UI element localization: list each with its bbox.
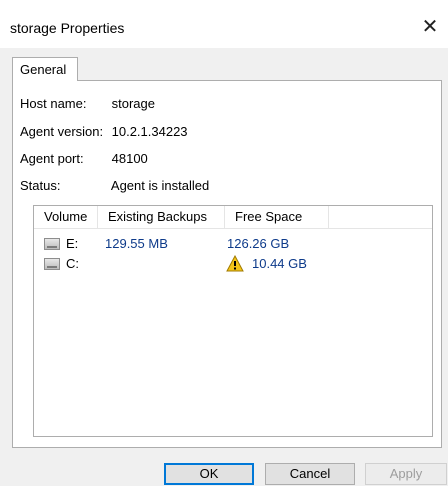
- drive-icon: [44, 258, 60, 270]
- column-header-free-space[interactable]: Free Space: [225, 206, 329, 228]
- agent-version-label: Agent version:: [20, 124, 104, 139]
- agent-port-label: Agent port:: [20, 151, 84, 166]
- column-header-existing-backups[interactable]: Existing Backups: [98, 206, 225, 228]
- status-label: Status:: [20, 178, 61, 193]
- volume-cell: E:: [66, 236, 79, 251]
- free-space-cell: 126.26 GB: [227, 236, 290, 251]
- existing-backups-cell: 129.55 MB: [105, 236, 168, 251]
- list-item[interactable]: E: 129.55 MB 126.26 GB: [34, 234, 432, 254]
- list-item[interactable]: C: 10.44 GB: [34, 254, 432, 274]
- host-name-label: Host name:: [20, 96, 87, 111]
- agent-version-value: 10.2.1.34223: [111, 124, 188, 139]
- free-space-cell: 10.44 GB: [252, 256, 307, 271]
- volume-cell: C:: [66, 256, 79, 271]
- status-value: Agent is installed: [110, 178, 210, 193]
- status-row: Status: Agent is installed: [20, 178, 209, 193]
- host-name-row: Host name: storage: [20, 96, 155, 111]
- apply-button[interactable]: Apply: [365, 463, 447, 485]
- cancel-button[interactable]: Cancel: [265, 463, 355, 485]
- drive-icon: [44, 238, 60, 250]
- title-bar[interactable]: storage Properties ✕: [0, 0, 448, 48]
- close-button[interactable]: ✕: [412, 12, 448, 42]
- volumes-list[interactable]: Volume Existing Backups Free Space E: 12…: [33, 205, 433, 437]
- window-title: storage Properties: [10, 20, 125, 36]
- host-name-value: storage: [111, 96, 155, 111]
- ok-button[interactable]: OK: [164, 463, 254, 485]
- warning-icon: [226, 255, 244, 272]
- agent-version-row: Agent version: 10.2.1.34223: [20, 124, 188, 139]
- properties-dialog: storage Properties ✕ General Host name: …: [0, 0, 448, 486]
- agent-port-value: 48100: [111, 151, 148, 166]
- column-header-volume[interactable]: Volume: [34, 206, 98, 228]
- volumes-list-header: Volume Existing Backups Free Space: [34, 206, 432, 229]
- agent-port-row: Agent port: 48100: [20, 151, 148, 166]
- tab-general[interactable]: General: [12, 57, 78, 81]
